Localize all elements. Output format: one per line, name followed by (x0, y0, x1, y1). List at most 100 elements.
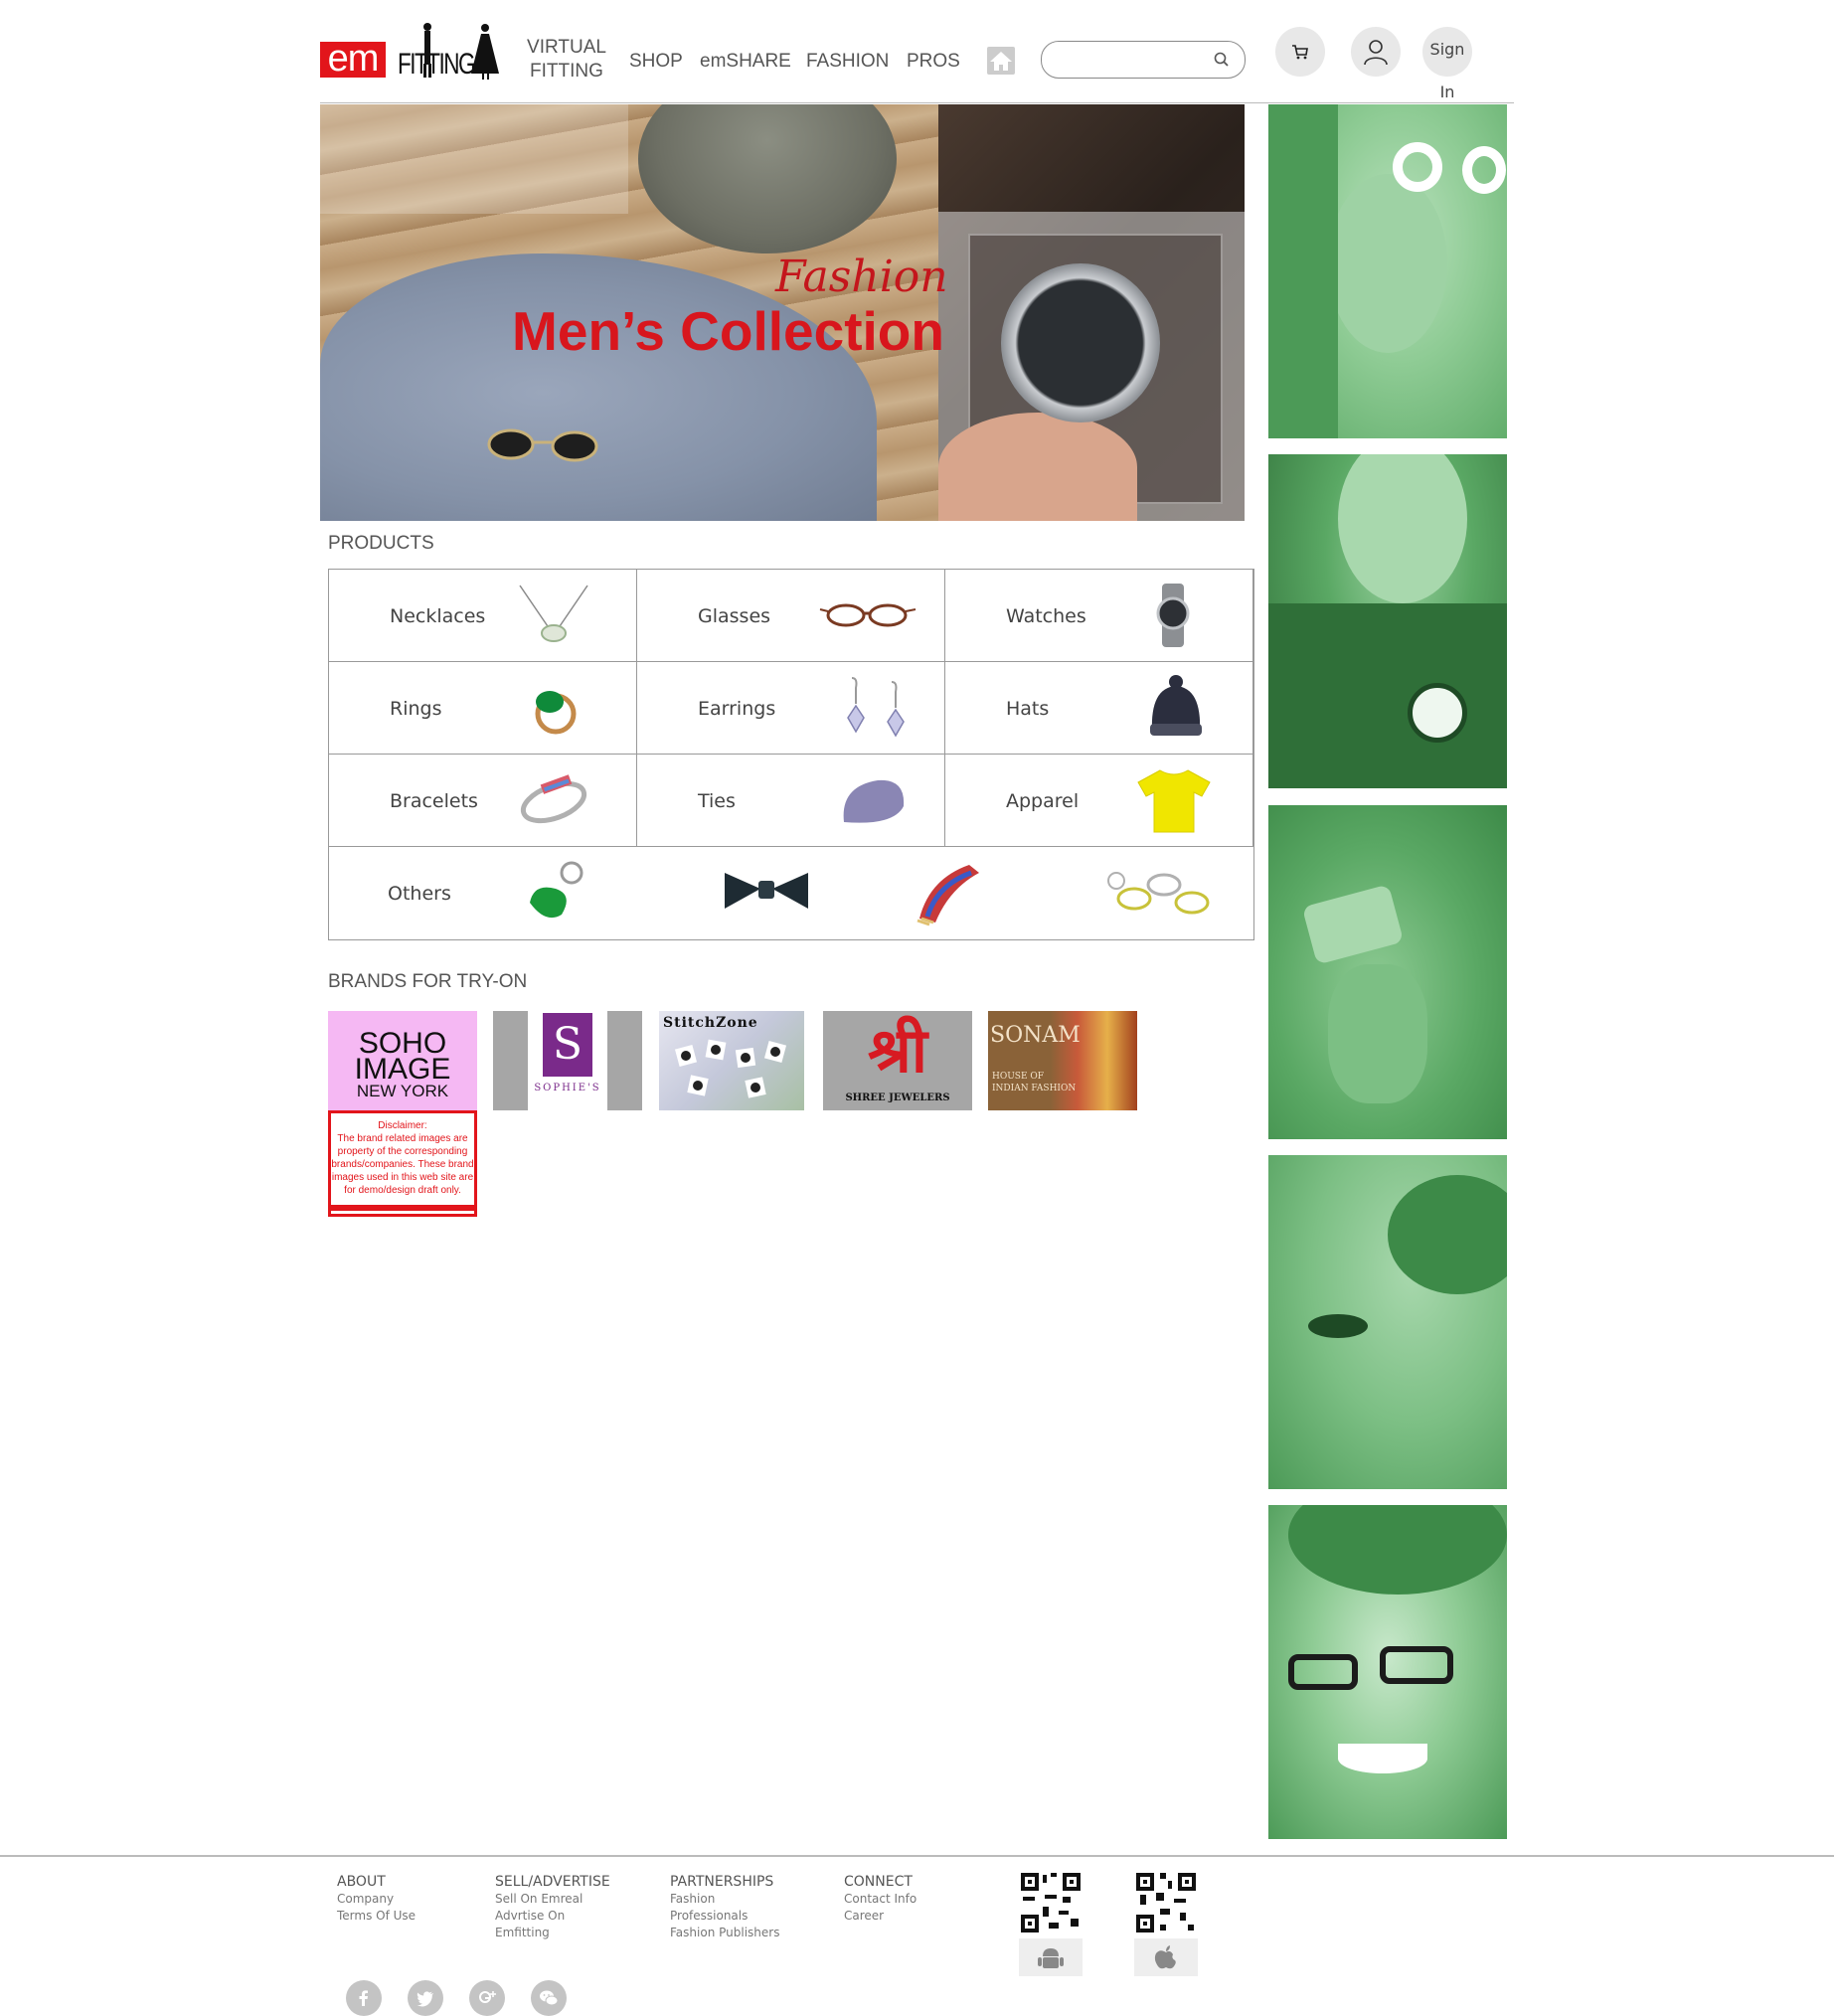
logo-em: em (320, 40, 386, 78)
brand-soho-line1: SOHO (358, 1027, 447, 1060)
brand-sonam-tagline: HOUSE OF INDIAN FASHION (992, 1071, 1076, 1094)
footer-link-contact[interactable]: Contact Info (844, 1891, 917, 1908)
nav-shop[interactable]: SHOP (629, 50, 683, 74)
footer-link-terms[interactable]: Terms Of Use (337, 1908, 416, 1925)
brand-stitchzone-name: StitchZone (663, 1015, 758, 1031)
product-label: Watches (1006, 605, 1086, 627)
android-qr-code-icon (1019, 1871, 1083, 1934)
search-box[interactable] (1041, 41, 1246, 79)
twitter-icon (417, 1991, 433, 2007)
side-photo-bracelet-arm[interactable] (1268, 805, 1507, 1139)
nav-emshare[interactable]: emSHARE (700, 50, 791, 74)
disclaimer-line: Disclaimer: (378, 1120, 427, 1131)
scarf-icon (917, 865, 979, 926)
search-icon[interactable] (1213, 51, 1231, 69)
side-photo-hat-shirt[interactable] (1268, 1155, 1507, 1489)
disclaimer-bar (328, 1205, 477, 1211)
wechat-button[interactable] (531, 1980, 567, 2016)
ring-icon (535, 691, 577, 735)
product-rings[interactable]: Rings (329, 662, 637, 755)
product-others[interactable]: Others (329, 847, 1253, 939)
necklace-icon (519, 585, 588, 642)
footer-link-company[interactable]: Company (337, 1891, 416, 1908)
facebook-icon (359, 1990, 368, 2006)
product-necklaces[interactable]: Necklaces (329, 570, 637, 662)
android-app-button[interactable] (1019, 1938, 1083, 1976)
brand-stitchzone[interactable]: StitchZone (659, 1011, 804, 1110)
hero-script-title: Fashion (775, 252, 948, 302)
brand-stitchzone-collage (674, 1039, 787, 1098)
cart-button[interactable] (1275, 27, 1325, 77)
tshirt-icon (1137, 769, 1211, 833)
android-icon (1038, 1948, 1064, 1968)
brand-disclaimer: Disclaimer: The brand related images are… (328, 1110, 477, 1217)
footer-link-advertise[interactable]: Advrtise On (495, 1908, 610, 1925)
footer-link-professionals[interactable]: Professionals (670, 1908, 779, 1925)
earrings-icon (847, 677, 905, 738)
logo-couple-silhouette-icon (423, 23, 499, 80)
footer-connect: CONNECT Contact Info Career (844, 1873, 917, 1925)
hero-overlay (320, 104, 628, 214)
brand-shree-jewelers[interactable]: श्री SHREE JEWELERS (823, 1011, 972, 1110)
disclaimer-line: for demo/design draft only. (344, 1185, 461, 1196)
bowtie-icon (725, 873, 808, 909)
nav-virtual-line1: VIRTUAL (527, 37, 606, 58)
footer-link-sell[interactable]: Sell On Emreal (495, 1891, 610, 1908)
nav-virtual-line2: FITTING (530, 61, 603, 82)
footer-link-emfitting[interactable]: Emfitting (495, 1925, 610, 1941)
brand-sophies-name: SOPHIE'S (534, 1083, 601, 1093)
brand-sonam[interactable]: SONAM HOUSE OF INDIAN FASHION (988, 1011, 1137, 1110)
account-button[interactable] (1351, 27, 1401, 77)
product-bracelets[interactable]: Bracelets (329, 755, 637, 847)
footer-link-fashion[interactable]: Fashion (670, 1891, 779, 1908)
keychain-icon (530, 861, 584, 919)
watch-icon (1156, 584, 1190, 647)
search-input[interactable] (1056, 48, 1209, 72)
disclaimer-line: The brand related images are (337, 1133, 468, 1144)
side-photo-woman-sunglasses[interactable] (1268, 104, 1507, 438)
ios-app-button[interactable] (1134, 1938, 1198, 1976)
product-watches[interactable]: Watches (945, 570, 1253, 662)
nav-fashion[interactable]: FASHION (806, 50, 889, 74)
product-label: Apparel (1006, 790, 1080, 812)
facebook-button[interactable] (346, 1980, 382, 2016)
footer-link-fashion-publishers[interactable]: Fashion Publishers (670, 1925, 779, 1941)
nav-pros[interactable]: PROS (907, 50, 960, 74)
sign-in-button[interactable]: Sign In (1422, 27, 1472, 101)
glasses-icon (819, 603, 917, 627)
wechat-icon (540, 1990, 559, 2006)
twitter-button[interactable] (408, 1980, 443, 2016)
nav-virtual-fitting[interactable]: VIRTUAL FITTING (525, 36, 608, 84)
product-label: Glasses (698, 605, 771, 627)
brand-sophies-logo: S SOPHIE'S (528, 1011, 607, 1110)
brand-sonam-tagline-line1: HOUSE OF (992, 1072, 1045, 1082)
product-hats[interactable]: Hats (945, 662, 1253, 755)
side-photo-man-watch[interactable] (1268, 454, 1507, 788)
sign-in-line1: Sign (1429, 40, 1465, 59)
product-label: Others (388, 883, 451, 905)
header-divider (320, 102, 1514, 103)
product-ties[interactable]: Ties (637, 755, 945, 847)
cart-icon (1292, 45, 1308, 60)
footer-link-career[interactable]: Career (844, 1908, 917, 1925)
user-icon (1364, 40, 1388, 66)
brand-shree-name: SHREE JEWELERS (845, 1092, 950, 1103)
keyrings-icon (1107, 872, 1210, 915)
side-photo-woman-glasses[interactable] (1268, 1505, 1507, 1839)
emfitting-logo[interactable]: em FITTING (320, 22, 503, 82)
watch-icon (1001, 263, 1160, 422)
product-label: Earrings (698, 698, 776, 720)
home-button[interactable] (987, 47, 1015, 75)
footer-divider (0, 1855, 1834, 1857)
product-glasses[interactable]: Glasses (637, 570, 945, 662)
ios-qr-code-icon (1134, 1871, 1198, 1934)
brand-soho-image[interactable]: SOHO IMAGE NEW YORK (328, 1011, 477, 1110)
google-plus-button[interactable] (469, 1980, 505, 2016)
brand-sophies[interactable]: S SOPHIE'S (493, 1011, 642, 1110)
hero-banner[interactable]: Fashion Men’s Collection (320, 104, 1245, 521)
footer-partnerships: PARTNERSHIPS Fashion Professionals Fashi… (670, 1873, 779, 1941)
product-apparel[interactable]: Apparel (945, 755, 1253, 847)
footer-sell-advertise: SELL/ADVERTISE Sell On Emreal Advrtise O… (495, 1873, 610, 1941)
product-earrings[interactable]: Earrings (637, 662, 945, 755)
tie-icon (843, 779, 905, 823)
